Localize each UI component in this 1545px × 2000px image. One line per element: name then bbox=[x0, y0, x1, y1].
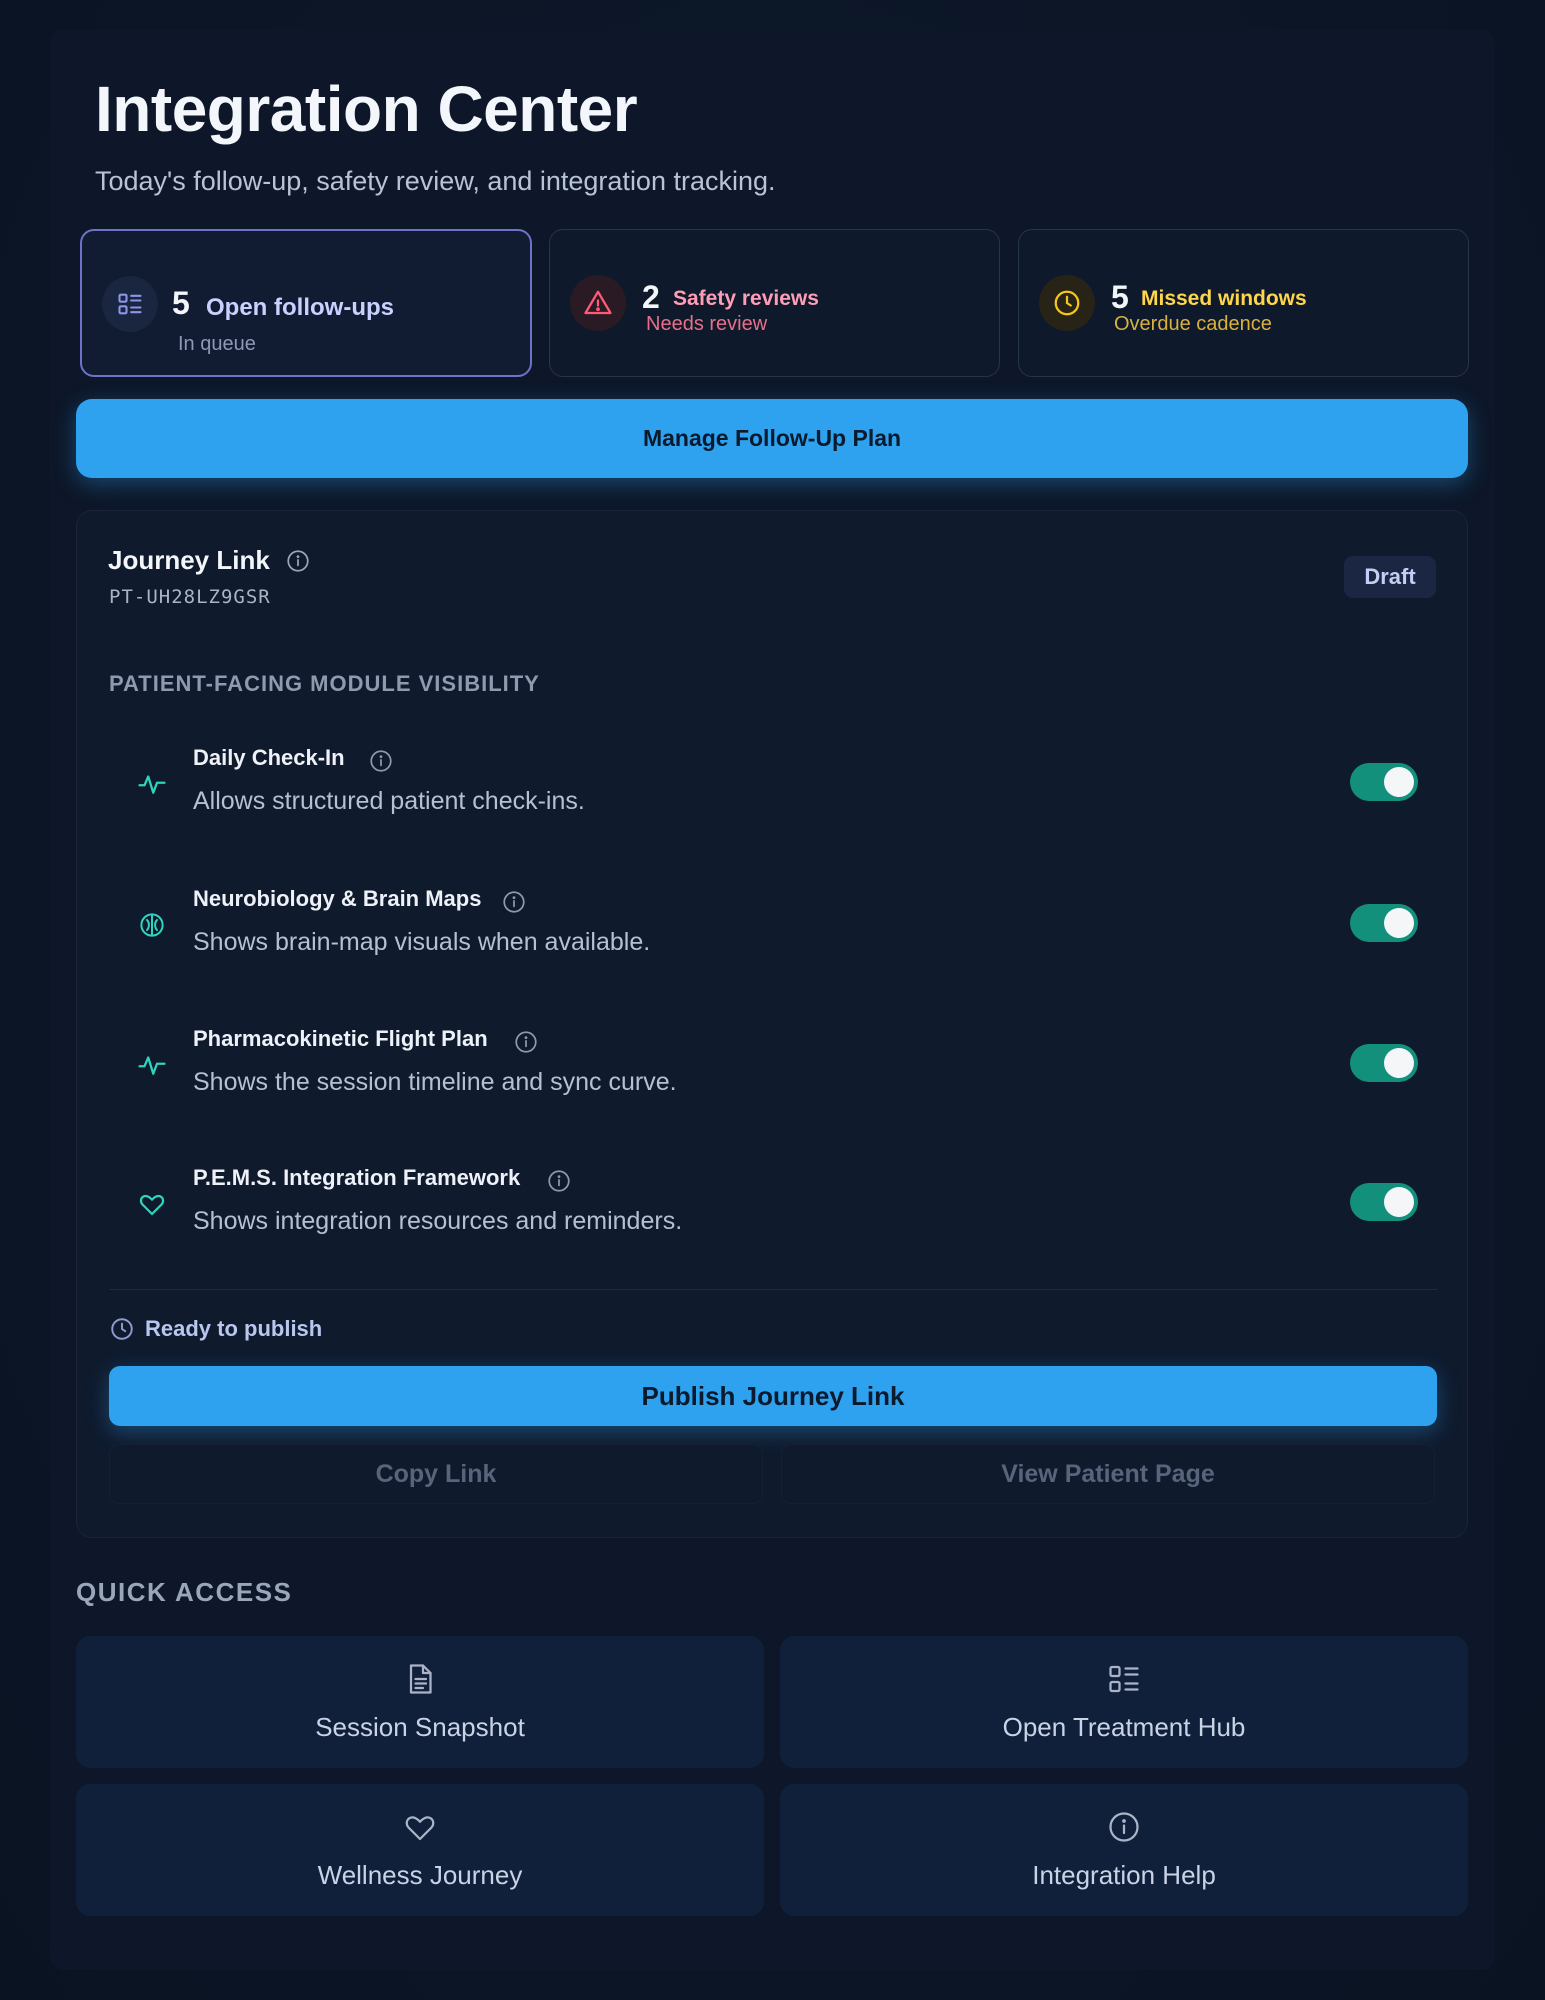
module-row-pharmacokinetic: Pharmacokinetic Flight Plan Shows the se… bbox=[77, 1024, 1469, 1124]
divider bbox=[109, 1289, 1437, 1290]
journey-link-card: Journey Link PT-UH28LZ9GSR Draft PATIENT… bbox=[76, 510, 1468, 1538]
session-snapshot-tile[interactable]: Session Snapshot bbox=[76, 1636, 764, 1768]
tile-label: Session Snapshot bbox=[315, 1712, 525, 1742]
journey-link-code: PT-UH28LZ9GSR bbox=[109, 586, 271, 608]
wellness-journey-tile[interactable]: Wellness Journey bbox=[76, 1784, 764, 1916]
stat-label: Missed windows bbox=[1141, 287, 1307, 310]
stat-card-open-followups[interactable]: 5 Open follow-ups In queue bbox=[80, 229, 532, 377]
info-icon[interactable] bbox=[513, 1029, 539, 1060]
status-badge: Draft bbox=[1344, 556, 1436, 598]
info-icon[interactable] bbox=[285, 548, 311, 579]
neurobiology-toggle[interactable] bbox=[1350, 904, 1418, 942]
info-icon[interactable] bbox=[546, 1168, 572, 1199]
manage-follow-up-plan-button[interactable]: Manage Follow-Up Plan bbox=[76, 399, 1468, 478]
publish-status: Ready to publish bbox=[109, 1316, 322, 1342]
module-visibility-heading: PATIENT-FACING MODULE VISIBILITY bbox=[109, 671, 540, 696]
module-name: P.E.M.S. Integration Framework bbox=[193, 1165, 521, 1190]
page-subtitle: Today's follow-up, safety review, and in… bbox=[95, 166, 776, 196]
pharmacokinetic-toggle[interactable] bbox=[1350, 1044, 1418, 1082]
pems-toggle[interactable] bbox=[1350, 1183, 1418, 1221]
ready-to-publish-text: Ready to publish bbox=[145, 1316, 323, 1341]
brain-icon bbox=[137, 910, 167, 940]
module-row-daily-check-in: Daily Check-In Allows structured patient… bbox=[77, 743, 1469, 843]
page-title: Integration Center bbox=[95, 73, 638, 145]
stat-label: Open follow-ups bbox=[206, 294, 394, 321]
integration-help-tile[interactable]: Integration Help bbox=[780, 1784, 1468, 1916]
pulse-icon bbox=[137, 1050, 167, 1080]
stat-count: 2 bbox=[642, 279, 660, 315]
stat-card-missed-windows[interactable]: 5 Missed windows Overdue cadence bbox=[1018, 229, 1469, 377]
copy-link-button[interactable]: Copy Link bbox=[109, 1444, 763, 1504]
tile-label: Open Treatment Hub bbox=[1002, 1712, 1246, 1742]
module-description: Shows integration resources and reminder… bbox=[193, 1207, 683, 1235]
daily-check-in-toggle[interactable] bbox=[1350, 763, 1418, 801]
warning-icon bbox=[570, 275, 626, 331]
stat-subtext: In queue bbox=[178, 333, 256, 355]
clock-icon bbox=[109, 1316, 135, 1342]
module-description: Shows the session timeline and sync curv… bbox=[193, 1068, 677, 1096]
toggle-knob bbox=[1384, 1048, 1414, 1078]
stat-count: 5 bbox=[1111, 279, 1129, 315]
info-icon bbox=[1106, 1809, 1142, 1850]
heart-icon bbox=[402, 1809, 438, 1850]
module-name: Daily Check-In bbox=[193, 745, 345, 770]
list-icon bbox=[102, 276, 158, 332]
module-description: Allows structured patient check-ins. bbox=[193, 787, 585, 815]
toggle-knob bbox=[1384, 1187, 1414, 1217]
module-name: Pharmacokinetic Flight Plan bbox=[193, 1026, 488, 1051]
module-row-neurobiology: Neurobiology & Brain Maps Shows brain-ma… bbox=[77, 884, 1469, 984]
tile-label: Integration Help bbox=[1032, 1860, 1216, 1890]
module-row-pems: P.E.M.S. Integration Framework Shows int… bbox=[77, 1163, 1469, 1263]
module-name: Neurobiology & Brain Maps bbox=[193, 886, 482, 911]
document-icon bbox=[402, 1661, 438, 1702]
stat-label: Safety reviews bbox=[673, 287, 819, 310]
stat-count: 5 bbox=[172, 285, 190, 321]
stat-card-safety-reviews[interactable]: 2 Safety reviews Needs review bbox=[549, 229, 1000, 377]
info-icon[interactable] bbox=[501, 889, 527, 920]
toggle-knob bbox=[1384, 908, 1414, 938]
module-description: Shows brain-map visuals when available. bbox=[193, 928, 651, 956]
view-patient-page-button[interactable]: View Patient Page bbox=[781, 1444, 1435, 1504]
toggle-knob bbox=[1384, 767, 1414, 797]
clock-icon bbox=[1039, 275, 1095, 331]
grid-list-icon bbox=[1106, 1661, 1142, 1702]
stat-subtext: Overdue cadence bbox=[1114, 313, 1272, 335]
tile-label: Wellness Journey bbox=[317, 1860, 523, 1890]
publish-journey-link-button[interactable]: Publish Journey Link bbox=[109, 1366, 1437, 1426]
info-icon[interactable] bbox=[368, 748, 394, 779]
journey-link-title: Journey Link bbox=[108, 545, 270, 575]
stat-subtext: Needs review bbox=[646, 313, 768, 335]
quick-access-heading: QUICK ACCESS bbox=[76, 1577, 293, 1607]
heart-icon bbox=[137, 1189, 167, 1219]
open-treatment-hub-tile[interactable]: Open Treatment Hub bbox=[780, 1636, 1468, 1768]
pulse-icon bbox=[137, 769, 167, 799]
